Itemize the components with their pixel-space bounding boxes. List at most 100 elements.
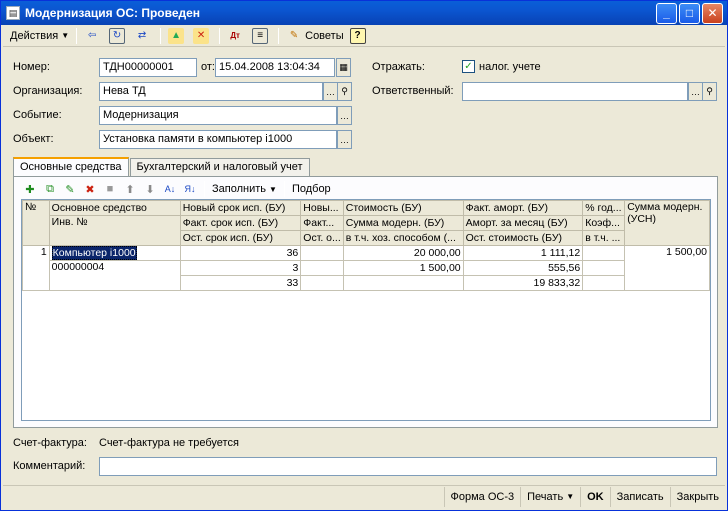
column-header-amort-month[interactable]: Аморт. за месяц (БУ) bbox=[462, 215, 584, 231]
tab-accounting[interactable]: Бухгалтерский и налоговый учет bbox=[129, 158, 310, 177]
object-select-button[interactable]: … bbox=[337, 130, 352, 149]
responsible-select-button[interactable]: … bbox=[688, 82, 703, 101]
form-os3-button[interactable]: Форма ОС-3 bbox=[443, 486, 521, 507]
move-left-button[interactable]: ⇦ bbox=[81, 26, 106, 46]
help-button[interactable]: ? bbox=[347, 26, 372, 46]
column-header-fact-term[interactable]: Факт. срок исп. (БУ) bbox=[179, 215, 302, 231]
object-field[interactable]: Установка памяти в компьютер i1000 bbox=[99, 130, 337, 149]
column-header-usn-sum-suffix: (УСН) bbox=[627, 213, 657, 225]
chevron-down-icon: ▼ bbox=[61, 31, 70, 40]
organization-field[interactable]: Нева ТД bbox=[99, 82, 323, 101]
edit-row-button[interactable]: ✎ bbox=[60, 180, 80, 198]
cell-amort-month[interactable]: 555,56 bbox=[462, 260, 584, 276]
cell-own-method[interactable] bbox=[342, 275, 464, 291]
invoice-value[interactable]: Счет-фактура не требуется bbox=[99, 437, 239, 449]
responsible-open-button[interactable]: ⚲ bbox=[702, 82, 717, 101]
organization-open-button[interactable]: ⚲ bbox=[337, 82, 352, 101]
cell-inv[interactable]: 000000004 bbox=[48, 260, 181, 291]
unpost-button[interactable]: ✕ bbox=[190, 26, 215, 46]
search-icon: ⚲ bbox=[341, 86, 348, 96]
print-menu[interactable]: Печать ▼ bbox=[520, 486, 580, 507]
column-header-rest-cost[interactable]: Ост. стоимость (БУ) bbox=[462, 230, 584, 246]
organization-select-button[interactable]: … bbox=[323, 82, 338, 101]
column-header-cost[interactable]: Стоимость (БУ) bbox=[342, 200, 464, 216]
maximize-button[interactable]: □ bbox=[679, 2, 700, 24]
end-edit-button[interactable]: ■ bbox=[100, 180, 120, 198]
column-header-inv[interactable]: Инв. № bbox=[48, 215, 181, 246]
column-header-fact-term-tax[interactable]: Факт... bbox=[300, 215, 344, 231]
cell-modern-sum[interactable]: 1 500,00 bbox=[342, 260, 464, 276]
column-header-number[interactable]: № bbox=[22, 200, 50, 246]
tab-fixed-assets[interactable]: Основные средства bbox=[13, 157, 129, 177]
column-header-asset[interactable]: Основное средство bbox=[48, 200, 181, 216]
column-header-rest-term-tax[interactable]: Ост. о... bbox=[300, 230, 344, 246]
cell-coef[interactable] bbox=[582, 260, 626, 276]
assets-table[interactable]: № Основное средство Новый срок исп. (БУ)… bbox=[21, 199, 711, 421]
event-field[interactable]: Модернизация bbox=[99, 106, 337, 125]
cell-rate[interactable] bbox=[582, 245, 626, 261]
column-header-amort[interactable]: Факт. аморт. (БУ) bbox=[462, 200, 584, 216]
column-header-new-term-tax[interactable]: Новы... bbox=[300, 200, 344, 216]
date-field[interactable]: 15.04.2008 13:04:34 bbox=[215, 58, 335, 77]
close-form-button[interactable]: Закрыть bbox=[669, 486, 725, 507]
tax-checkbox[interactable]: ✓ bbox=[462, 60, 475, 73]
ok-button[interactable]: OK bbox=[580, 486, 610, 507]
dt-kt-button[interactable]: Дт bbox=[224, 26, 249, 46]
column-header-modern-sum[interactable]: Сумма модерн. (БУ) bbox=[342, 215, 464, 231]
column-header-rate[interactable]: % год... bbox=[582, 200, 626, 216]
cell-fact-term[interactable]: 3 bbox=[179, 260, 302, 276]
sort-desc-button[interactable]: Я↓ bbox=[180, 180, 200, 198]
number-label: Номер: bbox=[13, 61, 50, 73]
reread-button[interactable]: ↻ bbox=[106, 26, 131, 46]
delete-row-button[interactable]: ✖ bbox=[80, 180, 100, 198]
separator bbox=[283, 181, 285, 197]
move-up-button[interactable]: ⬆ bbox=[120, 180, 140, 198]
list-icon: ≡ bbox=[252, 27, 269, 44]
structure-button[interactable]: ≡ bbox=[249, 26, 274, 46]
responsible-field[interactable] bbox=[462, 82, 688, 101]
cell-new-term[interactable]: 36 bbox=[179, 245, 302, 261]
cell-amort[interactable]: 1 111,12 bbox=[462, 245, 584, 261]
actions-menu[interactable]: Действия ▼ bbox=[7, 26, 72, 46]
table-row[interactable]: 000000004 3 1 500,00 555,56 bbox=[23, 260, 710, 291]
cell-rest-cost[interactable]: 19 833,32 bbox=[462, 275, 584, 291]
close-button[interactable]: ✕ bbox=[702, 2, 723, 24]
cell-incl[interactable] bbox=[582, 275, 626, 291]
number-field[interactable]: ТДН00000001 bbox=[99, 58, 197, 77]
save-button[interactable]: Записать bbox=[609, 486, 670, 507]
move-down-button[interactable]: ⬇ bbox=[140, 180, 160, 198]
sort-asc-button[interactable]: A↓ bbox=[160, 180, 180, 198]
search-icon: ⚲ bbox=[706, 86, 713, 96]
add-row-button[interactable]: ✚ bbox=[20, 180, 40, 198]
table-row[interactable]: 1 Компьютер i1000 36 20 000,00 1 111,12 … bbox=[22, 245, 710, 291]
cell-fact-term-tax[interactable] bbox=[300, 260, 344, 276]
column-header-coef[interactable]: Коэф... bbox=[582, 215, 626, 231]
fill-menu[interactable]: Заполнить ▼ bbox=[209, 179, 280, 199]
advice-button[interactable]: ✎ Советы bbox=[283, 26, 346, 46]
calendar-button[interactable]: ▦ bbox=[336, 58, 351, 77]
cell-rest-term-tax[interactable] bbox=[300, 275, 344, 291]
chevron-down-icon: ▼ bbox=[269, 184, 277, 194]
window-title: Модернизация ОС: Проведен bbox=[25, 6, 201, 20]
cell-cost[interactable]: 20 000,00 bbox=[342, 245, 464, 261]
title-bar: ▤ Модернизация ОС: Проведен _ □ ✕ bbox=[1, 1, 727, 25]
comment-field[interactable] bbox=[99, 457, 717, 476]
cell-new-term-tax[interactable] bbox=[300, 245, 344, 261]
minimize-button[interactable]: _ bbox=[656, 2, 677, 24]
cell-usn-sum[interactable]: 1 500,00 bbox=[624, 245, 710, 291]
copy-row-button[interactable]: ⧉ bbox=[40, 180, 60, 198]
cell-rest-term[interactable]: 33 bbox=[179, 275, 302, 291]
selected-asset-value: Компьютер i1000 bbox=[51, 246, 137, 260]
column-header-own-method[interactable]: в т.ч. хоз. способом (... bbox=[342, 230, 464, 246]
post-button[interactable]: ▲ bbox=[165, 26, 190, 46]
column-header-new-term[interactable]: Новый срок исп. (БУ) bbox=[179, 200, 302, 216]
sync-button[interactable]: ⇄ bbox=[131, 26, 156, 46]
column-header-usn-sum[interactable]: Сумма модерн. (УСН) bbox=[624, 200, 710, 246]
cell-asset[interactable]: Компьютер i1000 bbox=[48, 245, 181, 261]
copy-row-icon: ⧉ bbox=[46, 182, 54, 195]
column-header-incl[interactable]: в т.ч. ... bbox=[582, 230, 626, 246]
event-select-button[interactable]: … bbox=[337, 106, 352, 125]
ellipsis-icon: … bbox=[340, 134, 349, 145]
select-button[interactable]: Подбор bbox=[289, 179, 334, 199]
column-header-rest-term[interactable]: Ост. срок исп. (БУ) bbox=[179, 230, 302, 246]
